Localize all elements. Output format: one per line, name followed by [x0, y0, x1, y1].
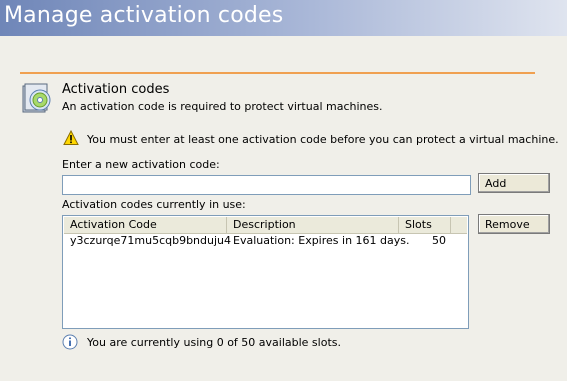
codes-in-use-label: Activation codes currently in use:	[62, 198, 246, 211]
column-slots[interactable]: Slots	[399, 217, 451, 233]
activation-code-input[interactable]	[62, 175, 471, 195]
new-code-label: Enter a new activation code:	[62, 158, 220, 171]
title-bar: Manage activation codes	[0, 0, 567, 36]
section-description: An activation code is required to protec…	[62, 100, 383, 113]
cd-box-icon	[22, 83, 51, 113]
divider	[20, 72, 535, 74]
section-title: Activation codes	[62, 82, 170, 97]
row-activation-code: y3czurqe71mu5cqb9bnduju4	[70, 234, 232, 247]
column-description[interactable]: Description	[227, 217, 399, 233]
warning-text: You must enter at least one activation c…	[87, 133, 559, 146]
row-description: Evaluation: Expires in 161 days.	[233, 234, 410, 247]
add-button[interactable]: Add	[478, 173, 550, 193]
table-row[interactable]: y3czurqe71mu5cqb9bnduju4 Evaluation: Exp…	[64, 234, 467, 248]
status-text: You are currently using 0 of 50 availabl…	[87, 336, 341, 349]
list-header: Activation Code Description Slots	[64, 217, 467, 234]
window-title: Manage activation codes	[4, 3, 284, 28]
remove-button[interactable]: Remove	[478, 214, 550, 234]
activation-codes-list[interactable]: Activation Code Description Slots y3czur…	[62, 215, 469, 329]
column-activation-code[interactable]: Activation Code	[64, 217, 227, 233]
info-icon	[62, 334, 78, 350]
row-slots: 50	[432, 234, 446, 247]
warning-icon	[63, 130, 79, 145]
